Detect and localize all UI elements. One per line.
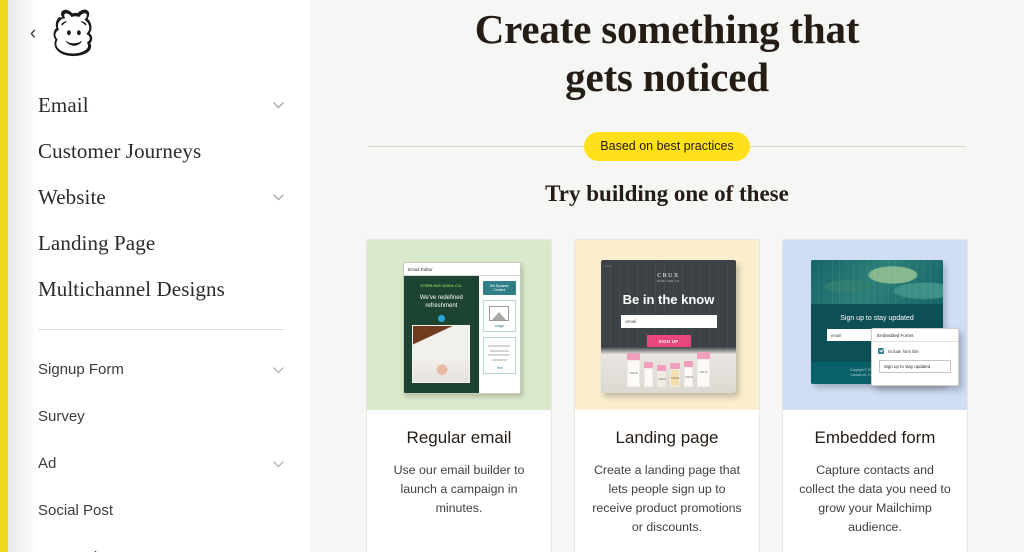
email-editor-mock: Email Editor STERLING SODA CO. We've red… <box>403 262 521 395</box>
sidebar-item-label: Website <box>38 184 106 209</box>
sidebar-item-website[interactable]: Website <box>38 174 310 220</box>
email-editor-sidebar: Set Dynamic Content Image Text <box>478 276 520 394</box>
sidebar-item-label: Email <box>38 92 89 117</box>
checkbox-checked-icon <box>878 348 884 355</box>
sidebar-item-label: Multichannel Designs <box>38 276 225 301</box>
email-editor-titlebar: Email Editor <box>404 263 520 277</box>
best-practices-divider: Based on best practices <box>310 129 1024 163</box>
page-title: Create something that gets noticed <box>310 2 1024 101</box>
chevron-down-icon[interactable] <box>273 366 284 374</box>
product-bottles: CRUX CRUX CRUX CRUX CRUX <box>601 345 736 388</box>
sidebar-secondary-nav: Signup Form Survey Ad Social Post <box>38 346 310 552</box>
bottle: CRUX <box>657 365 666 388</box>
sidebar-item-label: Survey <box>38 408 85 425</box>
mailchimp-freddie-logo[interactable] <box>44 6 102 64</box>
landing-email-placeholder: email <box>625 319 637 325</box>
checkbox-label: Include form title <box>888 348 919 354</box>
sidebar: ‹ Email Customer Journeys Website Landin… <box>0 0 310 552</box>
card-landing-page[interactable]: ••• CRUX SKINCARE CO. Be in the know ema… <box>574 239 760 552</box>
landing-headline: Be in the know <box>622 292 715 308</box>
left-accent-stripe <box>0 0 8 552</box>
landing-page-mock: ••• CRUX SKINCARE CO. Be in the know ema… <box>601 260 736 394</box>
landing-brand-text: CRUX SKINCARE CO. <box>601 273 736 283</box>
panel-title: Embedded Forms <box>872 329 958 343</box>
landing-brand-name: CRUX <box>657 273 680 280</box>
form-hero-photo <box>811 260 943 305</box>
bottle <box>644 362 653 388</box>
text-lines-icon <box>487 343 512 366</box>
card-embedded-form[interactable]: Sign up to stay updated email SUBSCRIBE … <box>782 239 968 552</box>
landing-brand-sub: SKINCARE CO. <box>656 280 681 284</box>
sidebar-item-ad[interactable]: Ad <box>38 440 310 487</box>
card-regular-email[interactable]: Email Editor STERLING SODA CO. We've red… <box>366 239 552 552</box>
page-subtitle: Try building one of these <box>545 181 789 207</box>
sidebar-item-label: Social Post <box>38 502 114 519</box>
sidebar-primary-nav: Email Customer Journeys Website Landing … <box>38 82 310 312</box>
embedded-forms-panel: Embedded Forms Include form title Sign u… <box>871 328 959 387</box>
best-practices-badge: Based on best practices <box>584 131 750 161</box>
bottle: CRUX <box>684 361 693 388</box>
sidebar-item-label: Signup Form <box>38 361 124 378</box>
card-artwork-email-editor: Email Editor STERLING SODA CO. We've red… <box>367 240 551 411</box>
chevron-down-icon[interactable] <box>273 460 284 468</box>
sidebar-item-signup-form[interactable]: Signup Form <box>38 346 310 393</box>
form-email-placeholder: email <box>831 332 842 338</box>
page-title-line1: Create something that <box>474 6 860 52</box>
card-description: Use our email builder to launch a campai… <box>393 463 525 516</box>
email-hero-photo <box>412 325 471 384</box>
email-editor-title: Email Editor <box>408 266 433 272</box>
drag-handle-icon <box>437 315 445 323</box>
card-title: Regular email <box>406 428 512 448</box>
text-block-label: Text <box>496 366 503 371</box>
email-brand-text: STERLING SODA CO. <box>420 284 463 289</box>
bottle: CRUX <box>627 353 640 388</box>
card-description: Create a landing page that lets people s… <box>592 463 742 534</box>
card-description: Capture contacts and collect the data yo… <box>799 463 951 534</box>
email-preview-pane: STERLING SODA CO. We've redefined refres… <box>404 276 479 394</box>
dynamic-content-tag: Set Dynamic Content <box>482 281 516 296</box>
sidebar-item-landing-page[interactable]: Landing Page <box>38 220 310 266</box>
page-title-line2: gets noticed <box>565 53 769 100</box>
image-placeholder-icon <box>489 306 510 322</box>
sidebar-item-multichannel-designs[interactable]: Multichannel Designs <box>38 266 310 312</box>
sidebar-item-customer-journeys[interactable]: Customer Journeys <box>38 128 310 174</box>
sidebar-item-social-post[interactable]: Social Post <box>38 487 310 534</box>
image-block: Image <box>482 300 516 333</box>
sidebar-item-label: Customer Journeys <box>38 138 202 163</box>
window-dots-icon: ••• <box>605 263 613 269</box>
card-artwork-embedded-form: Sign up to stay updated email SUBSCRIBE … <box>783 240 967 411</box>
template-card-list: Email Editor STERLING SODA CO. We've red… <box>310 239 1024 552</box>
sidebar-item-label: Landing Page <box>38 230 156 255</box>
landing-email-input: email <box>620 315 717 329</box>
sidebar-item-postcard[interactable]: Postcard <box>38 534 310 552</box>
sidebar-item-label: Ad <box>38 455 57 472</box>
card-title: Embedded form <box>814 428 936 448</box>
card-title: Landing page <box>615 428 719 448</box>
chevron-down-icon[interactable] <box>273 102 284 109</box>
chevron-left-icon[interactable]: ‹ <box>22 20 44 46</box>
email-headline-text: We've redefined refreshment <box>419 295 463 310</box>
panel-title-field: Sign up to stay updated <box>879 360 951 374</box>
card-artwork-landing-page: ••• CRUX SKINCARE CO. Be in the know ema… <box>575 240 759 411</box>
text-block: Text <box>482 337 516 375</box>
sidebar-item-survey[interactable]: Survey <box>38 393 310 440</box>
bottle: CRUX <box>670 363 680 388</box>
sidebar-item-email[interactable]: Email <box>38 82 310 128</box>
sidebar-header: ‹ <box>30 0 310 72</box>
include-form-title-checkbox: Include form title <box>872 342 958 355</box>
chevron-down-icon[interactable] <box>273 194 284 201</box>
main-content: Create something that gets noticed Based… <box>310 0 1024 552</box>
bottle: CRUX <box>697 352 710 388</box>
form-headline: Sign up to stay updated <box>840 315 914 323</box>
image-block-label: Image <box>494 324 505 329</box>
mailchimp-create-page: ‹ Email Customer Journeys Website Landin… <box>0 0 1024 552</box>
sidebar-divider <box>38 329 284 330</box>
